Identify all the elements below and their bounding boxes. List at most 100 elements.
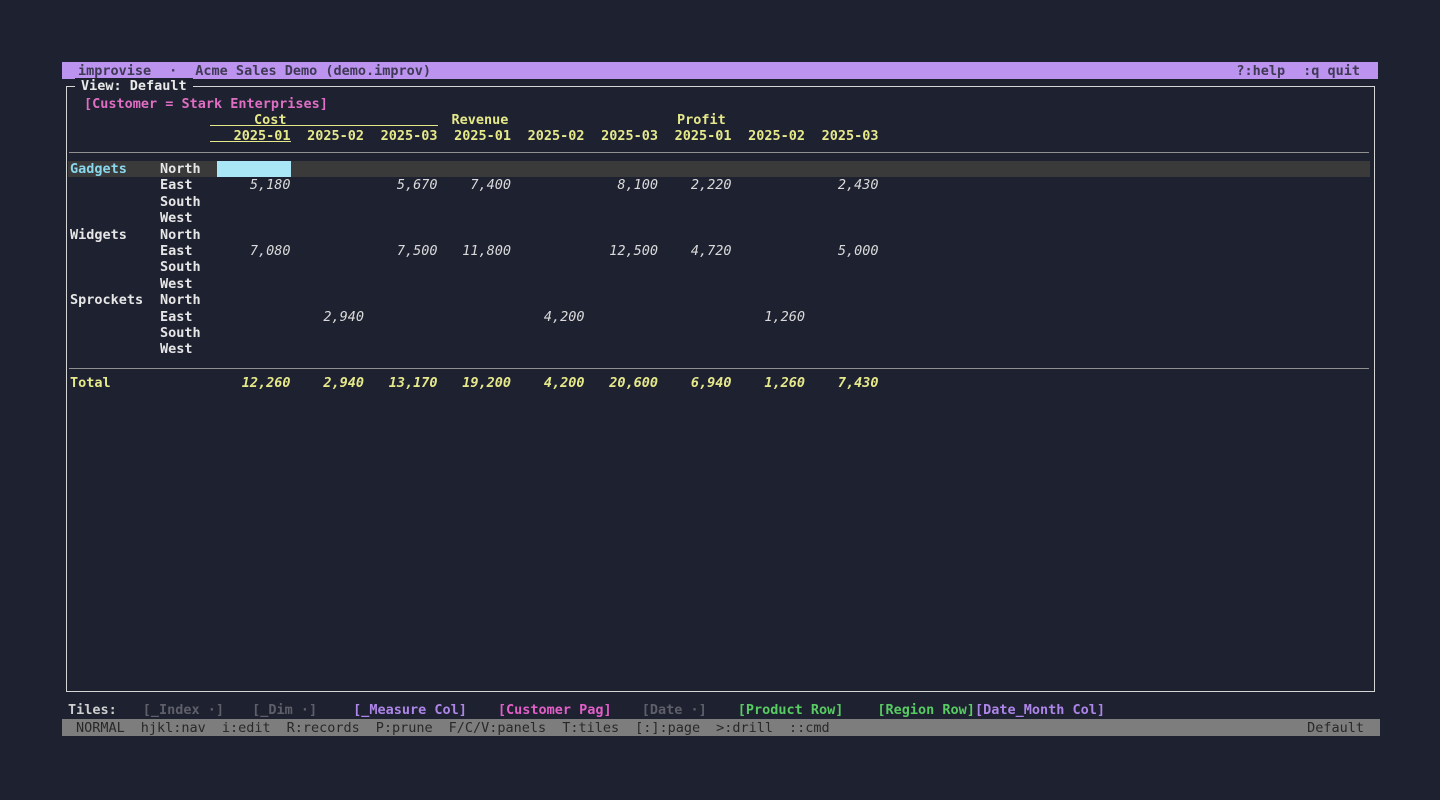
value-cell[interactable] (511, 276, 585, 292)
value-cell[interactable] (805, 259, 879, 275)
tile-index[interactable]: [_Index ·] (143, 702, 224, 718)
table-row[interactable]: West (68, 341, 1370, 357)
value-cell[interactable] (732, 177, 806, 193)
value-cell[interactable] (364, 227, 438, 243)
value-cell[interactable] (438, 276, 512, 292)
value-cell[interactable] (585, 276, 659, 292)
value-cell[interactable] (291, 341, 365, 357)
value-cell[interactable] (438, 259, 512, 275)
value-cell[interactable] (364, 341, 438, 357)
tile-measure[interactable]: [_Measure Col] (353, 702, 467, 718)
value-cell[interactable] (585, 161, 659, 177)
value-cell[interactable]: 2,430 (805, 177, 879, 193)
value-cell[interactable] (805, 292, 879, 308)
value-cell[interactable]: 5,000 (805, 243, 879, 259)
value-cell[interactable] (585, 227, 659, 243)
value-cell[interactable] (511, 292, 585, 308)
value-cell[interactable] (291, 227, 365, 243)
value-cell[interactable] (732, 227, 806, 243)
value-cell[interactable] (732, 210, 806, 226)
value-cell[interactable] (364, 292, 438, 308)
table-row[interactable]: South (68, 325, 1370, 341)
value-cell[interactable] (217, 259, 291, 275)
value-cell[interactable] (732, 194, 806, 210)
value-cell[interactable]: 7,400 (438, 177, 512, 193)
value-cell[interactable] (658, 259, 732, 275)
value-cell[interactable] (805, 276, 879, 292)
value-cell[interactable]: 4,720 (658, 243, 732, 259)
table-row[interactable]: Gadgets North (68, 161, 1370, 177)
value-cell[interactable] (805, 194, 879, 210)
value-cell[interactable] (658, 276, 732, 292)
value-cell[interactable] (585, 325, 659, 341)
value-cell[interactable] (732, 276, 806, 292)
table-row[interactable]: East 5,180 5,670 7,400 8,100 2,220 2,430 (68, 177, 1370, 193)
tile-region[interactable]: [Region Row] (877, 702, 975, 718)
tile-date-month[interactable]: [Date_Month Col] (975, 702, 1105, 718)
value-cell[interactable] (438, 210, 512, 226)
table-row[interactable]: West (68, 276, 1370, 292)
value-cell[interactable] (291, 276, 365, 292)
value-cell[interactable] (805, 210, 879, 226)
value-cell[interactable] (732, 243, 806, 259)
value-cell[interactable] (291, 194, 365, 210)
value-cell[interactable] (658, 341, 732, 357)
value-cell[interactable] (364, 161, 438, 177)
value-cell[interactable]: 12,500 (585, 243, 659, 259)
tile-product[interactable]: [Product Row] (738, 702, 844, 718)
value-cell[interactable] (217, 292, 291, 308)
table-row[interactable]: East 7,080 7,500 11,800 12,500 4,720 5,0… (68, 243, 1370, 259)
value-cell[interactable]: 5,670 (364, 177, 438, 193)
table-row[interactable]: Sprockets North (68, 292, 1370, 308)
value-cell[interactable]: 1,260 (732, 309, 806, 325)
value-cell[interactable] (585, 210, 659, 226)
value-cell[interactable] (217, 341, 291, 357)
value-cell[interactable] (364, 210, 438, 226)
tile-customer[interactable]: [Customer Pag] (498, 702, 612, 718)
value-cell[interactable] (732, 325, 806, 341)
value-cell[interactable] (217, 309, 291, 325)
value-cell[interactable] (805, 161, 879, 177)
value-cell[interactable] (511, 210, 585, 226)
value-cell[interactable] (585, 341, 659, 357)
cursor-cell[interactable] (217, 161, 291, 177)
value-cell[interactable] (438, 309, 512, 325)
value-cell[interactable] (291, 177, 365, 193)
value-cell[interactable] (217, 194, 291, 210)
value-cell[interactable] (364, 309, 438, 325)
table-row[interactable]: South (68, 194, 1370, 210)
value-cell[interactable] (291, 161, 365, 177)
value-cell[interactable] (438, 341, 512, 357)
value-cell[interactable] (217, 325, 291, 341)
value-cell[interactable] (291, 210, 365, 226)
value-cell[interactable] (585, 259, 659, 275)
value-cell[interactable] (511, 341, 585, 357)
value-cell[interactable] (291, 325, 365, 341)
value-cell[interactable] (511, 325, 585, 341)
value-cell[interactable] (732, 161, 806, 177)
value-cell[interactable] (658, 325, 732, 341)
value-cell[interactable] (438, 292, 512, 308)
value-cell[interactable] (364, 325, 438, 341)
value-cell[interactable] (658, 194, 732, 210)
value-cell[interactable] (658, 292, 732, 308)
value-cell[interactable] (438, 325, 512, 341)
value-cell[interactable] (291, 259, 365, 275)
value-cell[interactable] (217, 210, 291, 226)
value-cell[interactable] (511, 161, 585, 177)
value-cell[interactable]: 7,080 (217, 243, 291, 259)
value-cell[interactable] (364, 194, 438, 210)
value-cell[interactable] (805, 309, 879, 325)
value-cell[interactable]: 7,500 (364, 243, 438, 259)
table-row[interactable]: East 2,940 4,200 1,260 (68, 309, 1370, 325)
value-cell[interactable] (291, 292, 365, 308)
value-cell[interactable]: 2,220 (658, 177, 732, 193)
value-cell[interactable] (805, 227, 879, 243)
value-cell[interactable] (438, 227, 512, 243)
value-cell[interactable] (438, 161, 512, 177)
value-cell[interactable]: 8,100 (585, 177, 659, 193)
value-cell[interactable] (217, 276, 291, 292)
tile-dim[interactable]: [_Dim ·] (252, 702, 317, 718)
value-cell[interactable] (291, 243, 365, 259)
value-cell[interactable] (217, 227, 291, 243)
